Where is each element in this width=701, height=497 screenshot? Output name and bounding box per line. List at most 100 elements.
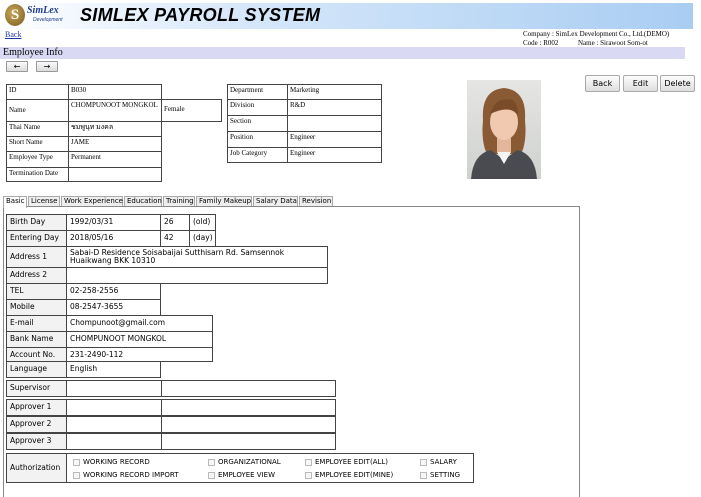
position-label: Position xyxy=(227,131,288,148)
checkbox-icon[interactable] xyxy=(73,471,80,479)
entering-day-label: Entering Day xyxy=(6,230,67,247)
user-name: Name : Sirawoot Som-ot xyxy=(578,39,648,47)
auth-label: WORKING RECORD IMPORT xyxy=(83,471,179,479)
logo-mark: S xyxy=(5,4,25,26)
thai-name-label: Thai Name xyxy=(6,121,69,137)
gender-value: Female xyxy=(161,99,222,122)
section-header xyxy=(0,47,685,59)
prev-record-button[interactable]: ← xyxy=(6,61,28,72)
address2-value xyxy=(66,267,328,284)
checkbox-icon[interactable] xyxy=(208,471,215,479)
division-value: R&D xyxy=(287,99,382,116)
age-unit: (old) xyxy=(189,214,216,231)
logo-subtitle: Development xyxy=(33,17,63,23)
checkbox-icon[interactable] xyxy=(208,458,215,466)
auth-label: ORGANIZATIONAL xyxy=(218,458,281,466)
approver2-name-field[interactable] xyxy=(161,416,336,433)
approver2-id-field[interactable] xyxy=(66,416,162,433)
auth-organizational[interactable]: ORGANIZATIONAL xyxy=(208,458,281,467)
auth-label: WORKING RECORD xyxy=(83,458,150,466)
section-title: Employee Info xyxy=(3,47,63,58)
approver1-label: Approver 1 xyxy=(6,399,67,416)
auth-label: EMPLOYEE EDIT(ALL) xyxy=(315,458,389,466)
authorization-label: Authorization xyxy=(6,453,67,483)
section-label: Section xyxy=(227,115,288,132)
checkbox-icon[interactable] xyxy=(420,471,427,479)
id-label: ID xyxy=(6,84,69,100)
auth-working-record-import[interactable]: WORKING RECORD IMPORT xyxy=(73,471,178,480)
short-name-label: Short Name xyxy=(6,136,69,152)
user-code: Code : R002 xyxy=(523,39,559,47)
next-record-button[interactable]: → xyxy=(36,61,58,72)
mobile-value: 08-2547-3655 xyxy=(66,299,161,316)
address2-label: Address 2 xyxy=(6,267,67,284)
account-no-value: 231-2490-112 xyxy=(66,347,213,362)
auth-working-record[interactable]: WORKING RECORD xyxy=(73,458,150,467)
checkbox-icon[interactable] xyxy=(305,458,312,466)
supervisor-label: Supervisor xyxy=(6,380,67,397)
id-value: B030 xyxy=(68,84,162,100)
section-value xyxy=(287,115,382,132)
job-category-label: Job Category xyxy=(227,147,288,163)
delete-button[interactable]: Delete xyxy=(660,75,695,92)
name-label: Name xyxy=(6,99,69,122)
auth-label: SALARY xyxy=(430,458,457,466)
back-link[interactable]: Back xyxy=(5,30,21,39)
address1-value: Sabai-D Residence Soisabaijai Sutthisarn… xyxy=(66,246,328,268)
tel-label: TEL xyxy=(6,283,67,300)
checkbox-icon[interactable] xyxy=(420,458,427,466)
supervisor-name-field[interactable] xyxy=(161,380,336,397)
back-button[interactable]: Back xyxy=(585,75,620,92)
approver1-id-field[interactable] xyxy=(66,399,162,416)
approver3-label: Approver 3 xyxy=(6,433,67,450)
approver3-name-field[interactable] xyxy=(161,433,336,450)
auth-label: EMPLOYEE VIEW xyxy=(218,471,276,479)
tel-value: 02-258-2556 xyxy=(66,283,161,300)
app-title: SIMLEX PAYROLL SYSTEM xyxy=(80,5,321,25)
division-label: Division xyxy=(227,99,288,116)
auth-employee-view[interactable]: EMPLOYEE VIEW xyxy=(208,471,275,480)
entering-day-value: 2018/05/16 xyxy=(66,230,161,247)
employee-type-value: Permanent xyxy=(68,151,162,168)
bank-name-label: Bank Name xyxy=(6,331,67,348)
auth-employee-edit-all[interactable]: EMPLOYEE EDIT(ALL) xyxy=(305,458,388,467)
days-value: 42 xyxy=(160,230,190,247)
job-category-value: Engineer xyxy=(287,147,382,163)
email-value: Chompunoot@gmail.com xyxy=(66,315,213,332)
language-value: English xyxy=(66,361,161,378)
address1-label: Address 1 xyxy=(6,246,67,268)
termination-date-label: Termination Date xyxy=(6,167,69,182)
mobile-label: Mobile xyxy=(6,299,67,316)
birth-day-label: Birth Day xyxy=(6,214,67,231)
auth-label: EMPLOYEE EDIT(MINE) xyxy=(315,471,394,479)
department-value: Marketing xyxy=(287,84,382,100)
auth-label: SETTING xyxy=(430,471,461,479)
birth-day-value: 1992/03/31 xyxy=(66,214,161,231)
checkbox-icon[interactable] xyxy=(305,471,312,479)
name-value: CHOMPUNOOT MONGKOL xyxy=(68,99,162,122)
position-value: Engineer xyxy=(287,131,382,148)
age-value: 26 xyxy=(160,214,190,231)
termination-date-value xyxy=(68,167,162,182)
checkbox-icon[interactable] xyxy=(73,458,80,466)
approver1-name-field[interactable] xyxy=(161,399,336,416)
days-unit: (day) xyxy=(189,230,216,247)
thai-name-value: ชมพูนุท มงคล xyxy=(68,121,162,137)
employee-photo xyxy=(467,80,541,179)
language-label: Language xyxy=(6,361,67,378)
account-no-label: Account No. xyxy=(6,347,67,362)
company-info: Company : SimLex Development Co., Ltd.(D… xyxy=(523,30,670,38)
auth-employee-edit-mine[interactable]: EMPLOYEE EDIT(MINE) xyxy=(305,471,393,480)
supervisor-id-field[interactable] xyxy=(66,380,162,397)
auth-setting[interactable]: SETTING xyxy=(420,471,460,480)
employee-type-label: Employee Type xyxy=(6,151,69,168)
logo-name: SimLex xyxy=(27,5,59,16)
company-logo: S SimLex Development xyxy=(5,4,70,28)
email-label: E-mail xyxy=(6,315,67,332)
department-label: Department xyxy=(227,84,288,100)
auth-salary[interactable]: SALARY xyxy=(420,458,457,467)
tab-basic[interactable]: Basic xyxy=(3,196,27,208)
bank-name-value: CHOMPUNOOT MONGKOL xyxy=(66,331,213,348)
edit-button[interactable]: Edit xyxy=(623,75,658,92)
approver3-id-field[interactable] xyxy=(66,433,162,450)
